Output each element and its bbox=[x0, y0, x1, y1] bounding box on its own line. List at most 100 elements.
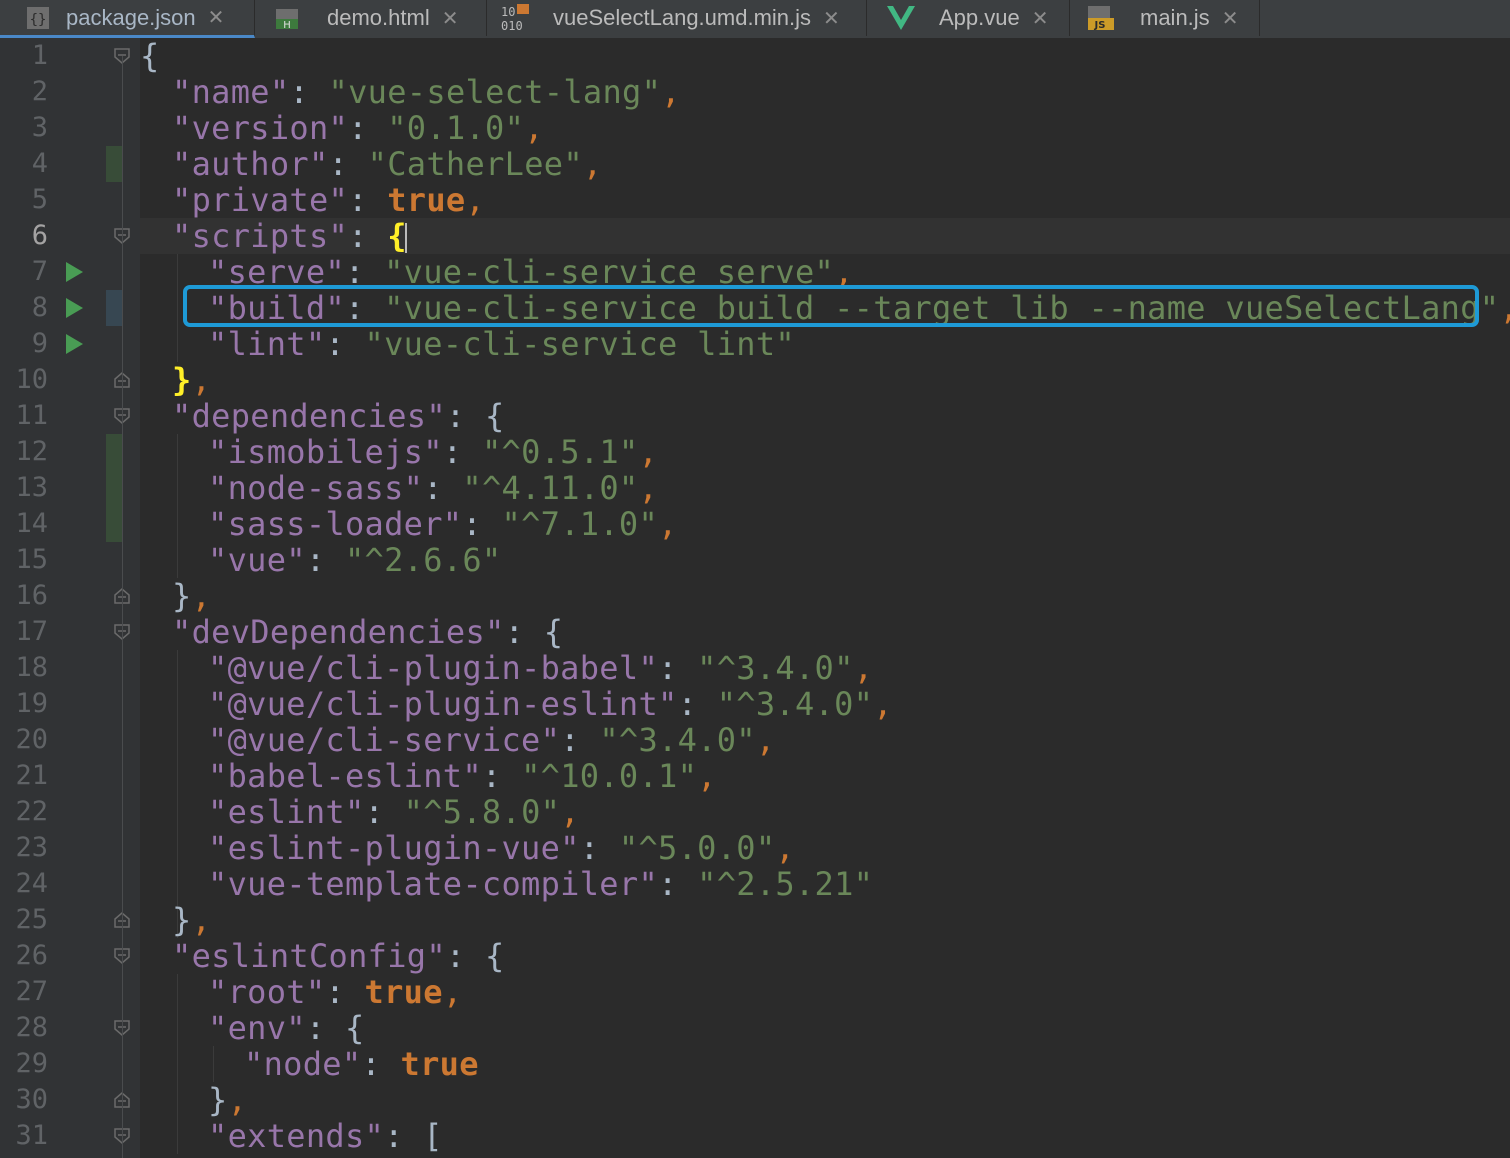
code-token: "^0.5.1" bbox=[481, 433, 639, 471]
tab-demo-html[interactable]: H demo.html ✕ bbox=[255, 0, 487, 36]
code-line[interactable]: "vue-template-compiler": "^2.5.21" bbox=[208, 866, 873, 902]
code-line[interactable]: "env": { bbox=[208, 1010, 365, 1046]
code-token: : bbox=[348, 109, 388, 147]
tab-label: demo.html bbox=[327, 5, 430, 30]
code-line[interactable]: }, bbox=[172, 362, 211, 398]
line-number: 5 bbox=[31, 184, 48, 215]
code-line[interactable]: }, bbox=[208, 1082, 247, 1118]
code-line[interactable]: "author": "CatherLee", bbox=[172, 146, 602, 182]
vue-file-icon bbox=[887, 5, 915, 31]
code-token: "lint" bbox=[208, 325, 326, 363]
tab-package-json[interactable]: {} package.json ✕ bbox=[0, 0, 255, 38]
code-line[interactable]: "eslintConfig": { bbox=[172, 938, 505, 974]
line-number: 25 bbox=[15, 904, 48, 935]
code-token: "ismobilejs" bbox=[208, 433, 443, 471]
code-line[interactable]: "sass-loader": "^7.1.0", bbox=[208, 506, 678, 542]
close-icon[interactable]: ✕ bbox=[823, 6, 840, 31]
tab-app-vue[interactable]: App.vue ✕ bbox=[867, 0, 1070, 36]
code-line[interactable]: "babel-eslint": "^10.0.1", bbox=[208, 758, 717, 794]
code-token: "extends" bbox=[208, 1117, 385, 1155]
line-number: 22 bbox=[15, 796, 48, 827]
code-line[interactable]: "@vue/cli-plugin-eslint": "^3.4.0", bbox=[208, 686, 893, 722]
code-token: , bbox=[661, 73, 681, 111]
code-editor[interactable]: { "name": "vue-select-lang", "version": "0… bbox=[140, 38, 1510, 1158]
tab-vueselectlang-umd-min-js[interactable]: 10 010 vueSelectLang.umd.min.js ✕ bbox=[487, 0, 867, 36]
code-token: "dependencies" bbox=[172, 397, 446, 435]
code-token: "eslint" bbox=[208, 793, 365, 831]
line-number: 18 bbox=[15, 652, 48, 683]
code-token: : bbox=[328, 145, 368, 183]
code-token: true bbox=[400, 1045, 479, 1083]
code-token: , bbox=[853, 649, 874, 687]
code-line[interactable]: "@vue/cli-plugin-babel": "^3.4.0", bbox=[208, 650, 873, 686]
line-number: 17 bbox=[15, 616, 48, 647]
code-line[interactable]: "lint": "vue-cli-service lint" bbox=[208, 326, 795, 362]
code-line[interactable]: }, bbox=[172, 578, 211, 614]
line-number: 10 bbox=[15, 364, 48, 395]
js-file-icon: JS bbox=[1086, 5, 1114, 31]
line-number: 13 bbox=[15, 472, 48, 503]
tab-label: App.vue bbox=[939, 5, 1020, 30]
line-number-gutter[interactable]: 1 2 3 4 5 6 7 8 9 10 11 12 13 14 15 16 17 18 19 20 21 22 23 24 2… bbox=[0, 38, 140, 1158]
code-line[interactable]: "@vue/cli-service": "^3.4.0", bbox=[208, 722, 775, 758]
run-script-icon[interactable] bbox=[66, 298, 83, 318]
run-script-icon[interactable] bbox=[66, 334, 83, 354]
code-token: "vue-template-compiler" bbox=[208, 865, 659, 903]
code-line[interactable]: "root": true, bbox=[208, 974, 462, 1010]
code-line[interactable]: "vue": "^2.6.6" bbox=[208, 542, 502, 578]
run-script-icon[interactable] bbox=[66, 262, 83, 282]
indent-guide bbox=[213, 1046, 214, 1082]
code-token: : bbox=[442, 433, 482, 471]
line-number: 4 bbox=[31, 148, 48, 179]
code-token: } bbox=[172, 361, 192, 399]
code-line[interactable]: }, bbox=[172, 902, 211, 938]
code-token: : bbox=[677, 685, 717, 723]
code-line[interactable]: "node-sass": "^4.11.0", bbox=[208, 470, 658, 506]
code-token: "^5.8.0" bbox=[403, 793, 561, 831]
code-line[interactable]: "eslint": "^5.8.0", bbox=[208, 794, 580, 830]
code-token: } bbox=[172, 901, 192, 939]
code-token: : bbox=[481, 757, 522, 795]
code-token: "author" bbox=[172, 145, 329, 183]
code-line[interactable]: { bbox=[140, 38, 160, 74]
code-line[interactable]: "extends": [ bbox=[208, 1118, 443, 1154]
line-number: 28 bbox=[15, 1012, 48, 1043]
code-token: "^3.4.0" bbox=[599, 721, 756, 759]
code-line[interactable]: "private": true, bbox=[172, 182, 485, 218]
code-token: "0.1.0" bbox=[387, 109, 525, 147]
vcs-change-marker[interactable] bbox=[106, 146, 123, 182]
code-line[interactable]: "version": "0.1.0", bbox=[172, 110, 544, 146]
code-token: : bbox=[348, 217, 388, 255]
tab-label: main.js bbox=[1140, 5, 1210, 30]
code-line[interactable]: "devDependencies": { bbox=[172, 614, 563, 650]
svg-text:JS: JS bbox=[1094, 20, 1106, 31]
text-caret bbox=[404, 223, 407, 253]
code-line[interactable]: "dependencies": { bbox=[172, 398, 505, 434]
svg-text:10: 10 bbox=[501, 5, 515, 19]
code-token: "scripts" bbox=[172, 217, 349, 255]
code-line[interactable]: "node": true bbox=[244, 1046, 479, 1082]
tab-main-js[interactable]: JS main.js ✕ bbox=[1070, 0, 1260, 36]
code-token: "babel-eslint" bbox=[208, 757, 482, 795]
code-line[interactable]: "name": "vue-select-lang", bbox=[172, 74, 681, 110]
code-line[interactable]: "ismobilejs": "^0.5.1", bbox=[208, 434, 658, 470]
code-token: "vue-select-lang" bbox=[328, 73, 662, 111]
close-icon[interactable]: ✕ bbox=[1222, 6, 1239, 31]
vcs-change-marker[interactable] bbox=[106, 290, 123, 326]
vcs-change-marker[interactable] bbox=[106, 434, 123, 542]
annotation-highlight-box bbox=[183, 285, 1479, 327]
line-number: 14 bbox=[15, 508, 48, 539]
code-token: : bbox=[658, 649, 698, 687]
close-icon[interactable]: ✕ bbox=[1032, 6, 1049, 31]
code-token: , bbox=[873, 685, 893, 723]
close-icon[interactable]: ✕ bbox=[442, 6, 459, 31]
code-token: "devDependencies" bbox=[172, 613, 505, 651]
close-icon[interactable]: ✕ bbox=[208, 5, 225, 30]
code-token: : bbox=[658, 865, 698, 903]
code-token: "node" bbox=[244, 1045, 362, 1083]
code-token: "^10.0.1" bbox=[521, 757, 698, 795]
code-line[interactable]: "scripts": { bbox=[172, 218, 407, 254]
line-number: 2 bbox=[31, 76, 48, 107]
code-line[interactable]: "eslint-plugin-vue": "^5.0.0", bbox=[208, 830, 795, 866]
indent-guide bbox=[177, 434, 178, 578]
